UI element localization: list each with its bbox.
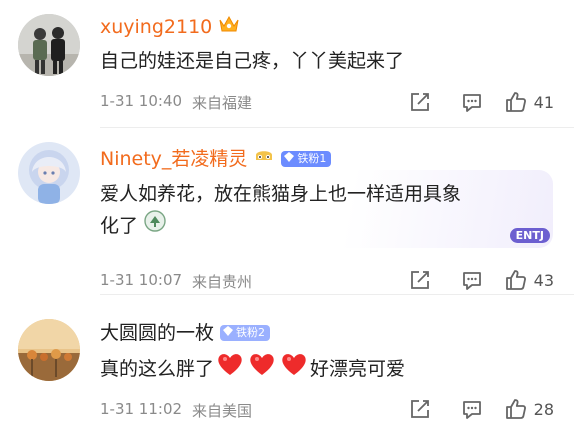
username-text[interactable]: 大圆圆的一枚 [100, 321, 214, 345]
thumbs-up-icon [504, 397, 528, 421]
fan-icon [253, 146, 275, 172]
comment-text: 真的这么胖了 好漂亮可爱 [100, 351, 552, 387]
comment-text-end: 好漂亮可爱 [310, 358, 406, 380]
comment-icon [461, 398, 483, 420]
repost-button[interactable] [394, 266, 446, 294]
comment-location: 来自福建 [192, 94, 253, 112]
comment-icon [461, 91, 483, 113]
like-count: 43 [533, 270, 554, 290]
comment-text-line-2: 化了 [100, 210, 552, 242]
comment-location: 来自美国 [192, 402, 253, 420]
entj-sticker-text: ENTJ [509, 228, 550, 243]
reply-button[interactable] [446, 88, 498, 116]
comment-meta: 1-31 10:07 来自贵州 [100, 271, 252, 292]
diamond-icon [284, 151, 295, 167]
heart-icon [248, 351, 276, 387]
comment-location: 来自贵州 [192, 273, 253, 291]
comment-meta: 1-31 10:40 来自福建 [100, 92, 252, 113]
entj-sticker: ENTJ [509, 228, 550, 243]
comment-actions: 28 [394, 395, 554, 423]
comment-item: xuying2110 自己的娃还是自己疼，丫丫美起来了 1-31 10:40 来… [0, 0, 574, 128]
fan-badge-label: 铁粉2 [236, 326, 266, 339]
like-count: 41 [533, 92, 554, 112]
fan-badge-label: 铁粉1 [297, 152, 327, 165]
comment-text-line: 爱人如养花，放在熊猫身上也一样适用具象 [100, 183, 462, 205]
username[interactable]: Ninety_若凌精灵 铁粉1 [100, 146, 332, 172]
reply-button[interactable] [446, 266, 498, 294]
comment-meta: 1-31 11:02 来自美国 [100, 400, 252, 421]
diamond-icon [223, 325, 234, 341]
avatar[interactable] [18, 319, 80, 381]
comment-text: 自己的娃还是自己疼，丫丫美起来了 [100, 50, 405, 72]
username-text[interactable]: xuying2110 [100, 15, 212, 39]
repost-icon [409, 269, 431, 291]
fan-badge: 铁粉2 [220, 325, 271, 341]
comment-actions: 43 [394, 266, 554, 294]
like-button[interactable]: 28 [504, 395, 554, 423]
comment-icon [461, 269, 483, 291]
fan-badge: 铁粉1 [281, 151, 332, 167]
comment-text-start: 真的这么胖了 [100, 358, 215, 380]
thumbs-up-icon [504, 268, 528, 292]
heart-icon [216, 351, 244, 387]
repost-icon [409, 398, 431, 420]
avatar[interactable] [18, 14, 80, 76]
username[interactable]: xuying2110 [100, 14, 240, 40]
username-text[interactable]: Ninety_若凌精灵 [100, 147, 247, 171]
repost-button[interactable] [394, 88, 446, 116]
avatar[interactable] [18, 142, 80, 204]
comment-text-tail: 化了 [100, 215, 139, 237]
comment-item: Ninety_若凌精灵 铁粉1 爱人如养花，放在熊猫身上也一样适用具象 化了 E… [0, 128, 574, 295]
comment-date: 1-31 10:07 [100, 271, 183, 289]
like-button[interactable]: 41 [504, 88, 554, 116]
repost-button[interactable] [394, 395, 446, 423]
thumbs-up-icon [504, 90, 528, 114]
heart-icon [280, 351, 308, 387]
comment-item: 大圆圆的一枚 铁粉2 真的这么胖了 好漂亮可爱 1-31 11:02 来自美国 [0, 295, 574, 439]
reply-button[interactable] [446, 395, 498, 423]
like-button[interactable]: 43 [504, 266, 554, 294]
crown-icon [218, 14, 240, 40]
comment-date: 1-31 11:02 [100, 400, 183, 418]
like-count: 28 [533, 399, 554, 419]
username[interactable]: 大圆圆的一枚 铁粉2 [100, 321, 271, 345]
comment-text: 爱人如养花，放在熊猫身上也一样适用具象 化了 [100, 178, 552, 242]
emoji-icon [144, 210, 166, 242]
comment-actions: 41 [394, 88, 554, 116]
repost-icon [409, 91, 431, 113]
comment-date: 1-31 10:40 [100, 92, 183, 110]
